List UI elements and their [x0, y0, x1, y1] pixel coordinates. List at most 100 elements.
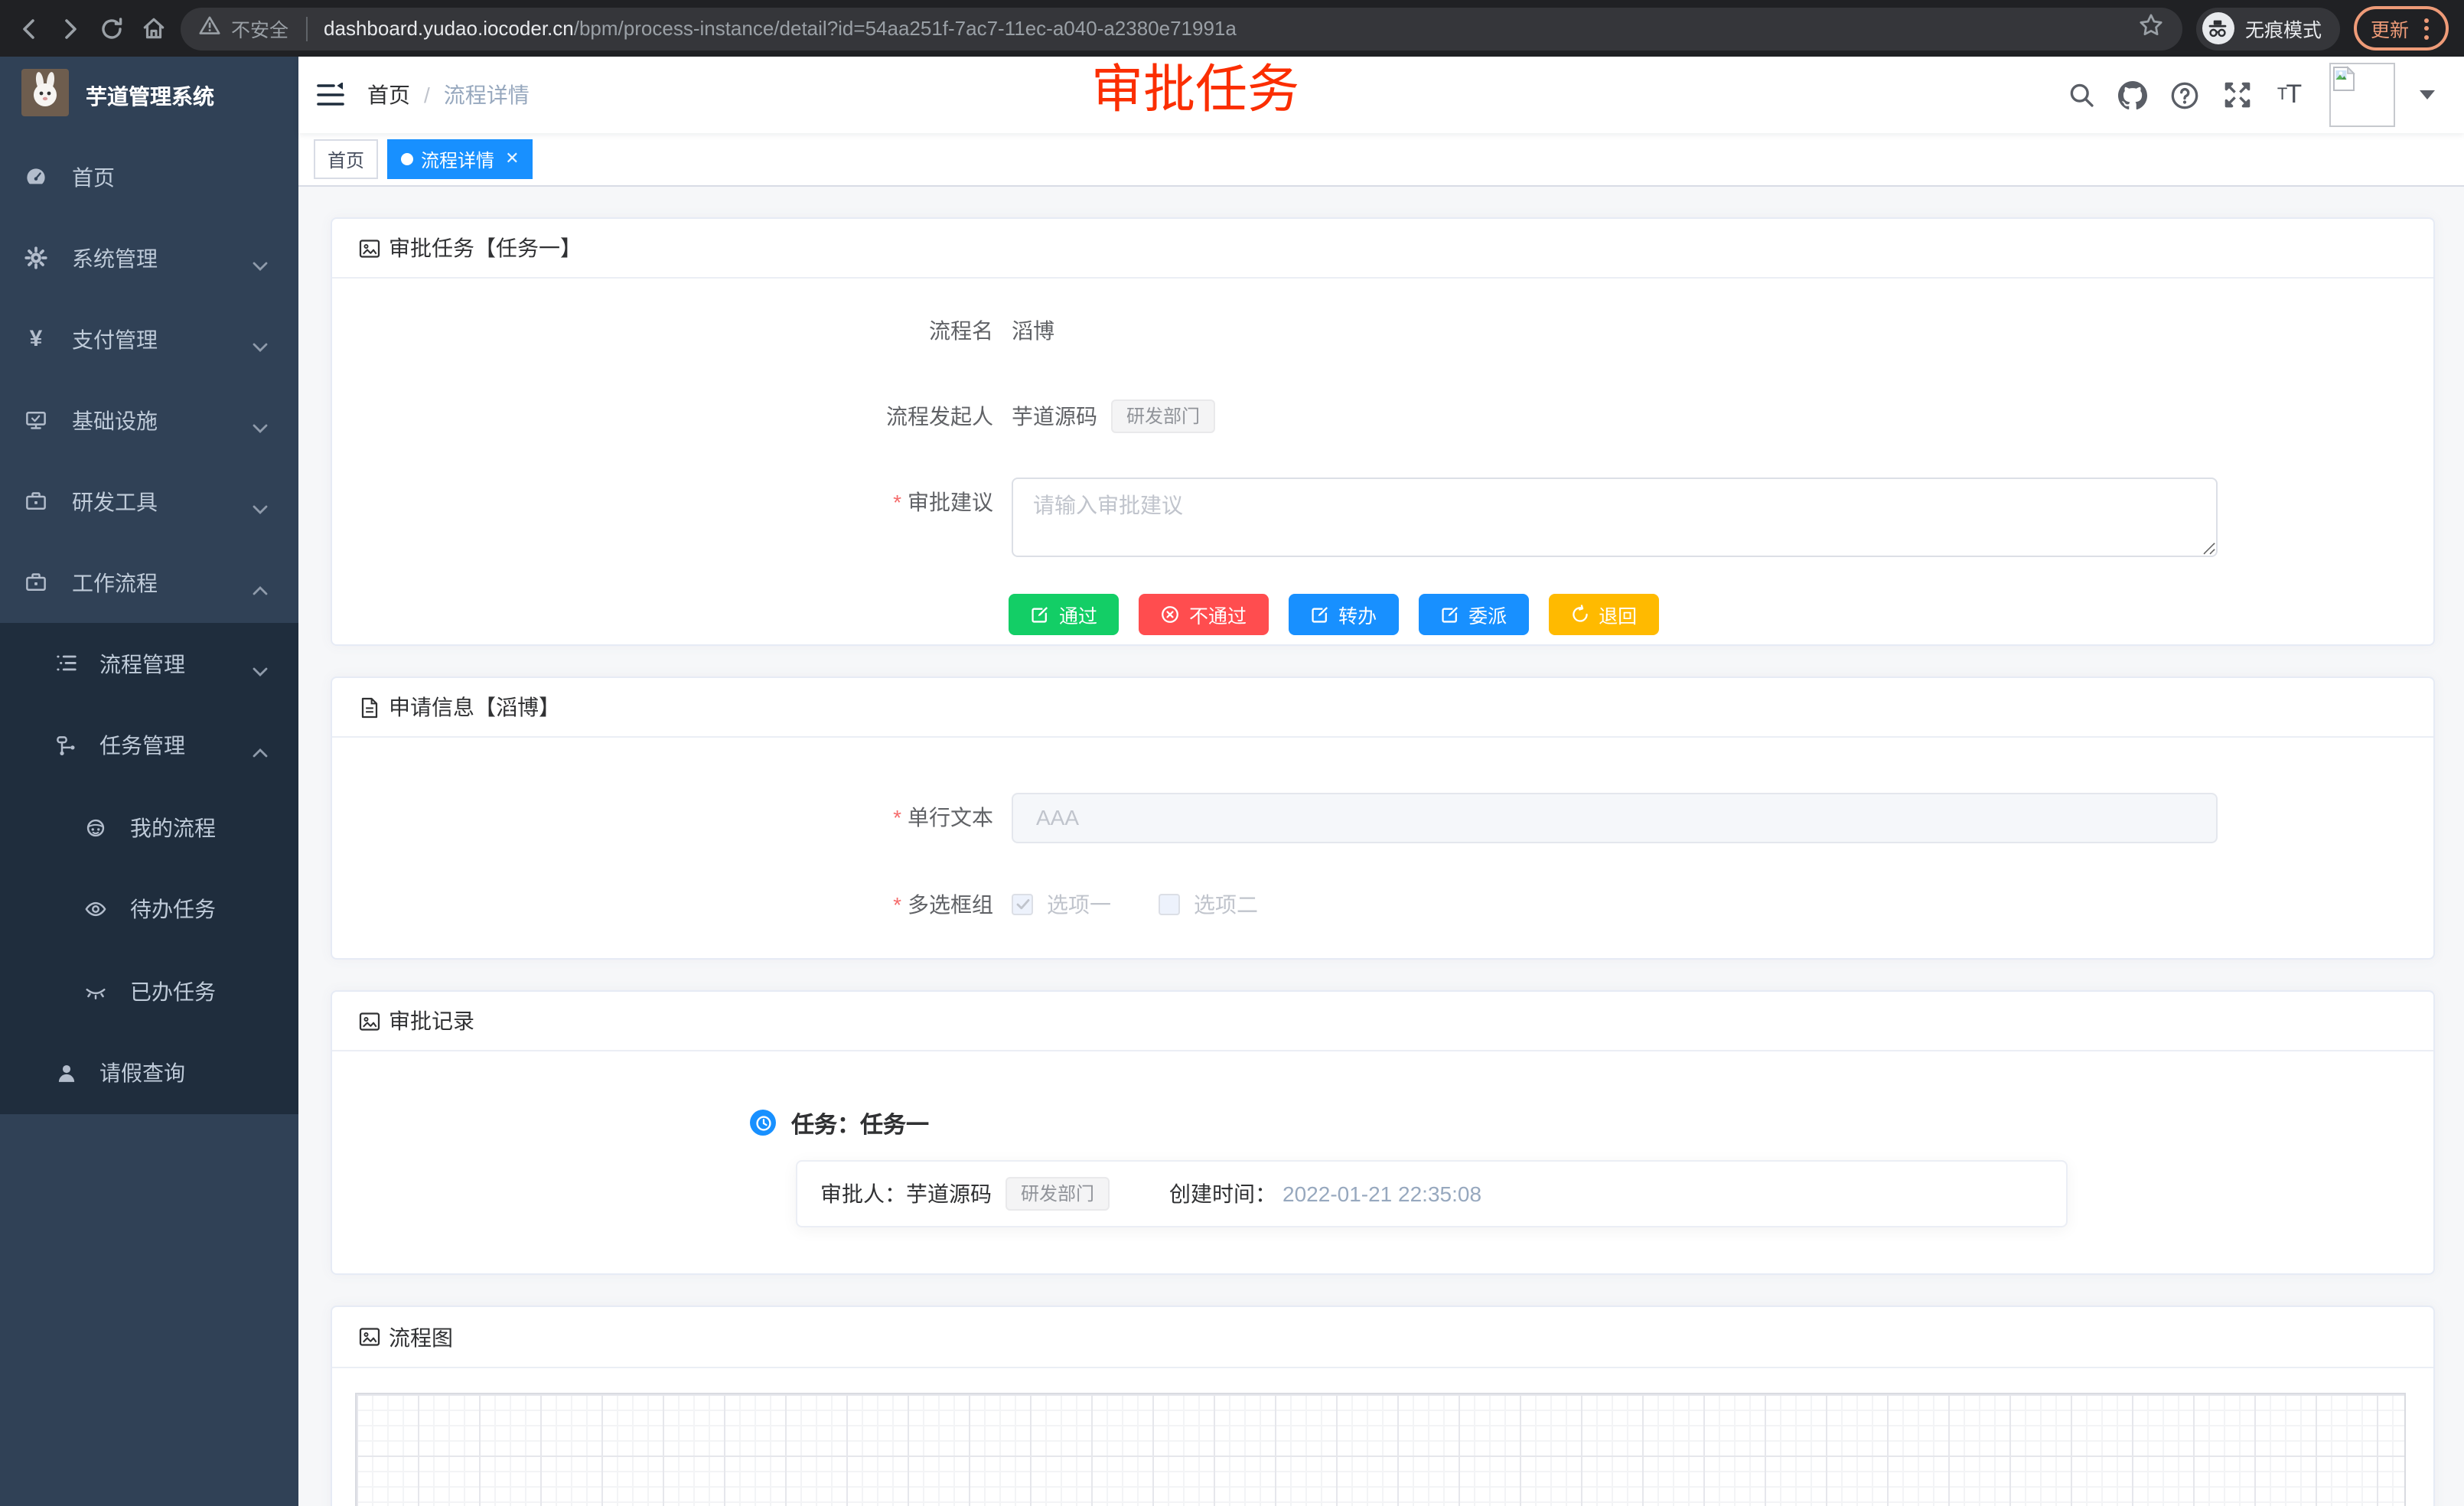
comment-textarea[interactable]: [1012, 478, 2218, 557]
tab-process-detail[interactable]: 流程详情 ✕: [387, 139, 533, 179]
url-text[interactable]: dashboard.yudao.iocoder.cn/bpm/process-i…: [324, 17, 1237, 40]
field-label: 多选框组: [332, 880, 1012, 929]
update-label[interactable]: 更新: [2371, 14, 2409, 43]
return-button[interactable]: 退回: [1548, 594, 1658, 635]
reload-icon[interactable]: [98, 15, 125, 42]
card-title: 申请信息【滔博】: [389, 692, 560, 722]
close-icon[interactable]: ✕: [505, 151, 519, 168]
search-icon[interactable]: [2066, 80, 2095, 109]
avatar-caret-icon[interactable]: [2420, 90, 2435, 99]
field-label: 流程发起人: [332, 392, 1012, 441]
checkbox-label: 选项一: [1047, 889, 1111, 920]
gear-icon: [24, 246, 47, 269]
sidebar-item-task-management[interactable]: 任务管理: [0, 705, 298, 787]
sidebar-item-payment[interactable]: ¥ 支付管理: [0, 298, 298, 380]
collapse-sidebar-icon[interactable]: [317, 83, 344, 107]
page-content: 审批任务【任务一】 流程名 滔博 流程发起人 芋道源码 研发部门: [298, 187, 2464, 1506]
sidebar-item-my-process[interactable]: 我的流程: [0, 787, 298, 869]
home-icon[interactable]: [139, 15, 167, 42]
help-icon[interactable]: [2170, 80, 2199, 109]
approver-text: 审批人：芋道源码: [820, 1178, 992, 1209]
font-size-icon[interactable]: TT: [2274, 80, 2303, 109]
field-label: 审批建议: [332, 478, 1012, 526]
bookmark-star-icon[interactable]: [2138, 11, 2164, 45]
sidebar-item-infrastructure[interactable]: 基础设施: [0, 380, 298, 461]
sidebar-item-label: 支付管理: [72, 324, 158, 354]
kebab-menu-icon[interactable]: [2421, 18, 2432, 39]
eye-open-icon: [84, 898, 107, 921]
application-info-card: 申请信息【滔博】 单行文本 AAA 多选框组: [331, 676, 2435, 960]
sidebar-item-label: 流程管理: [99, 649, 185, 680]
dashboard-icon: [24, 165, 47, 188]
checkbox-group: 选项一 选项二: [1012, 880, 1258, 929]
browser-menu-button[interactable]: 更新: [2354, 6, 2449, 51]
initiator-row: 流程发起人 芋道源码 研发部门: [332, 392, 2433, 441]
tab-label: 首页: [328, 146, 364, 172]
dept-tag: 研发部门: [1005, 1177, 1110, 1211]
sidebar: 芋道管理系统 首页 系统管理 ¥ 支付管理: [0, 57, 298, 1506]
sidebar-item-process-management[interactable]: 流程管理: [0, 623, 298, 705]
back-icon[interactable]: [15, 15, 43, 42]
url-separator: [305, 16, 307, 41]
avatar[interactable]: [2329, 63, 2395, 127]
timeline: 任务：任务一 审批人：芋道源码 研发部门 创建时间： 2022-01-21 22…: [332, 1051, 2433, 1276]
security-label[interactable]: 不安全: [231, 14, 288, 43]
comment-row: 审批建议: [332, 478, 2433, 557]
reject-button[interactable]: 不通过: [1139, 594, 1268, 635]
bpmn-diagram-canvas[interactable]: [355, 1393, 2406, 1506]
created-value: 2022-01-21 22:35:08: [1283, 1182, 1481, 1206]
sidebar-item-dev-tools[interactable]: 研发工具: [0, 461, 298, 542]
breadcrumb-home[interactable]: 首页: [367, 80, 410, 110]
tab-home[interactable]: 首页: [314, 139, 378, 179]
app-logo-row[interactable]: 芋道管理系统: [0, 57, 298, 136]
chevron-down-icon: [253, 658, 268, 683]
card-header: 申请信息【滔博】: [332, 678, 2433, 738]
single-line-input[interactable]: AAA: [1012, 793, 2218, 843]
github-icon[interactable]: [2118, 80, 2147, 109]
checkbox-unchecked-icon: [1159, 894, 1180, 915]
sidebar-item-todo-tasks[interactable]: 待办任务: [0, 869, 298, 950]
sidebar-item-label: 请假查询: [99, 1058, 185, 1089]
checkbox-group-row: 多选框组 选项一 选项二: [332, 880, 2433, 929]
sidebar-item-leave-query[interactable]: 请假查询: [0, 1032, 298, 1114]
sidebar-item-done-tasks[interactable]: 已办任务: [0, 950, 298, 1032]
sidebar-item-system[interactable]: 系统管理: [0, 217, 298, 298]
sidebar-item-label: 任务管理: [99, 731, 185, 761]
url-bar[interactable]: 不安全 dashboard.yudao.iocoder.cn/bpm/proce…: [181, 7, 2182, 50]
process-name-value: 滔博: [1012, 306, 1054, 355]
sidebar-item-label: 待办任务: [130, 895, 216, 925]
field-label: 单行文本: [332, 793, 1012, 842]
process-diagram-card: 流程图: [331, 1306, 2435, 1506]
monitor-icon: [24, 409, 47, 432]
page: 不安全 dashboard.yudao.iocoder.cn/bpm/proce…: [0, 0, 2464, 1506]
forward-icon[interactable]: [57, 15, 84, 42]
app-title: 芋道管理系统: [86, 81, 214, 112]
card-header: 审批记录: [332, 992, 2433, 1051]
sidebar-item-home[interactable]: 首页: [0, 136, 298, 217]
transfer-button[interactable]: 转办: [1288, 594, 1398, 635]
checkbox-option-2[interactable]: 选项二: [1159, 889, 1258, 920]
security-warning-icon: [199, 15, 220, 42]
created-label: 创建时间：: [1169, 1178, 1276, 1209]
fullscreen-icon[interactable]: [2222, 80, 2251, 109]
broken-image-icon: [2332, 66, 2355, 99]
card-title: 流程图: [389, 1322, 453, 1352]
breadcrumb-separator: /: [424, 83, 430, 107]
annotation-text: 审批任务: [1091, 63, 1299, 120]
checkbox-option-1[interactable]: 选项一: [1012, 889, 1111, 920]
initiator-value: 芋道源码: [1012, 392, 1097, 441]
document-icon: [358, 696, 381, 719]
navbar: 首页 / 流程详情 TT: [298, 57, 2464, 133]
sidebar-item-label: 首页: [72, 161, 115, 192]
sidebar-item-label: 我的流程: [130, 813, 216, 843]
chevron-down-icon: [253, 252, 268, 276]
card-header: 流程图: [332, 1307, 2433, 1368]
toolbox-icon: [24, 490, 47, 513]
delegate-button[interactable]: 委派: [1418, 594, 1528, 635]
approve-button[interactable]: 通过: [1009, 594, 1119, 635]
sidebar-item-workflow[interactable]: 工作流程: [0, 542, 298, 623]
chevron-up-icon: [253, 740, 268, 764]
person-icon: [55, 1062, 78, 1085]
picture-icon: [358, 1009, 381, 1032]
user-face-icon: [84, 817, 107, 839]
